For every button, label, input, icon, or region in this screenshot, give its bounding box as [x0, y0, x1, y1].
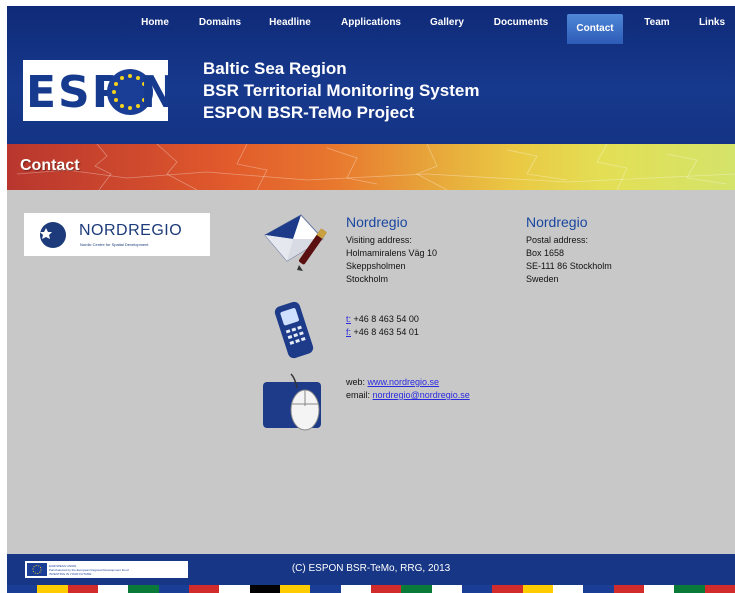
email-link[interactable]: nordregio@nordregio.se [373, 390, 470, 400]
postal-line-1: Postal address: [526, 235, 589, 245]
page-banner: Contact [7, 144, 735, 190]
phone-prefix: t: [346, 314, 352, 324]
fax-line: f: +46 8 463 54 01 [346, 327, 419, 337]
title-line-2: BSR Territorial Monitoring System [203, 81, 480, 100]
title-line-3: ESPON BSR-TeMo Project [203, 103, 415, 122]
copyright: (C) ESPON BSR-TeMo, RRG, 2013 [291, 563, 451, 574]
title-line-1: Baltic Sea Region [203, 59, 347, 78]
nav-links[interactable]: Links [693, 6, 731, 40]
visiting-line-4: Stockholm [346, 274, 389, 284]
espon-logo[interactable]: ESP N [23, 60, 168, 121]
nordregio-name: NORDREGIO [79, 222, 183, 239]
visiting-line-2: Holmamiralens Väg 10 [346, 248, 438, 258]
nav-team[interactable]: Team [639, 6, 675, 40]
main-nav: Home Domains Headline Applications Galle… [7, 6, 735, 46]
postal-heading: Nordregio [526, 214, 588, 230]
globe-star-icon [38, 220, 68, 255]
phone-line: t: +46 8 463 54 00 [346, 314, 419, 324]
email-line: email: nordregio@nordregio.se [346, 390, 470, 400]
page: Home Domains Headline Applications Galle… [7, 6, 735, 593]
espon-logo-right-text: N [140, 67, 168, 118]
nav-headline[interactable]: Headline [265, 6, 315, 40]
nav-applications[interactable]: Applications [335, 6, 407, 40]
postal-line-2: Box 1658 [526, 248, 565, 258]
computer-mouse-icon [261, 372, 327, 439]
nordregio-logo[interactable]: NORDREGIO Nordic Centre for Spatial Deve… [24, 213, 210, 256]
web-link[interactable]: www.nordregio.se [368, 377, 440, 387]
web-label: web: [346, 377, 366, 387]
site-title: Baltic Sea Region BSR Territorial Monito… [203, 58, 479, 124]
nav-home[interactable]: Home [135, 6, 175, 40]
email-label: email: [346, 390, 371, 400]
visiting-line-1: Visiting address: [346, 235, 412, 245]
postal-line-3: SE-111 86 Stockholm [526, 261, 612, 271]
visiting-line-3: Skeppsholmen [346, 261, 406, 271]
mobile-phone-icon [269, 301, 319, 366]
site-header: Home Domains Headline Applications Galle… [7, 6, 735, 144]
nav-contact[interactable]: Contact [567, 14, 623, 44]
fax-number: +46 8 463 54 01 [353, 327, 419, 337]
visiting-heading: Nordregio [346, 214, 408, 230]
nordregio-subtitle: Nordic Centre for Spatial Development [80, 242, 149, 247]
site-footer: EUROPEAN UNION Part-financed by the Euro… [7, 554, 735, 585]
web-line: web: www.nordregio.se [346, 377, 439, 387]
map-pattern [16, 144, 735, 190]
phone-number[interactable]: +46 8 463 54 00 [354, 314, 419, 324]
nav-domains[interactable]: Domains [195, 6, 245, 40]
nav-gallery[interactable]: Gallery [425, 6, 469, 40]
envelope-pen-icon [263, 213, 333, 280]
flag-strip [7, 585, 735, 593]
fax-prefix: f: [346, 327, 352, 337]
page-title: Contact [20, 157, 80, 174]
postal-line-4: Sweden [526, 274, 559, 284]
nav-documents[interactable]: Documents [489, 6, 553, 40]
